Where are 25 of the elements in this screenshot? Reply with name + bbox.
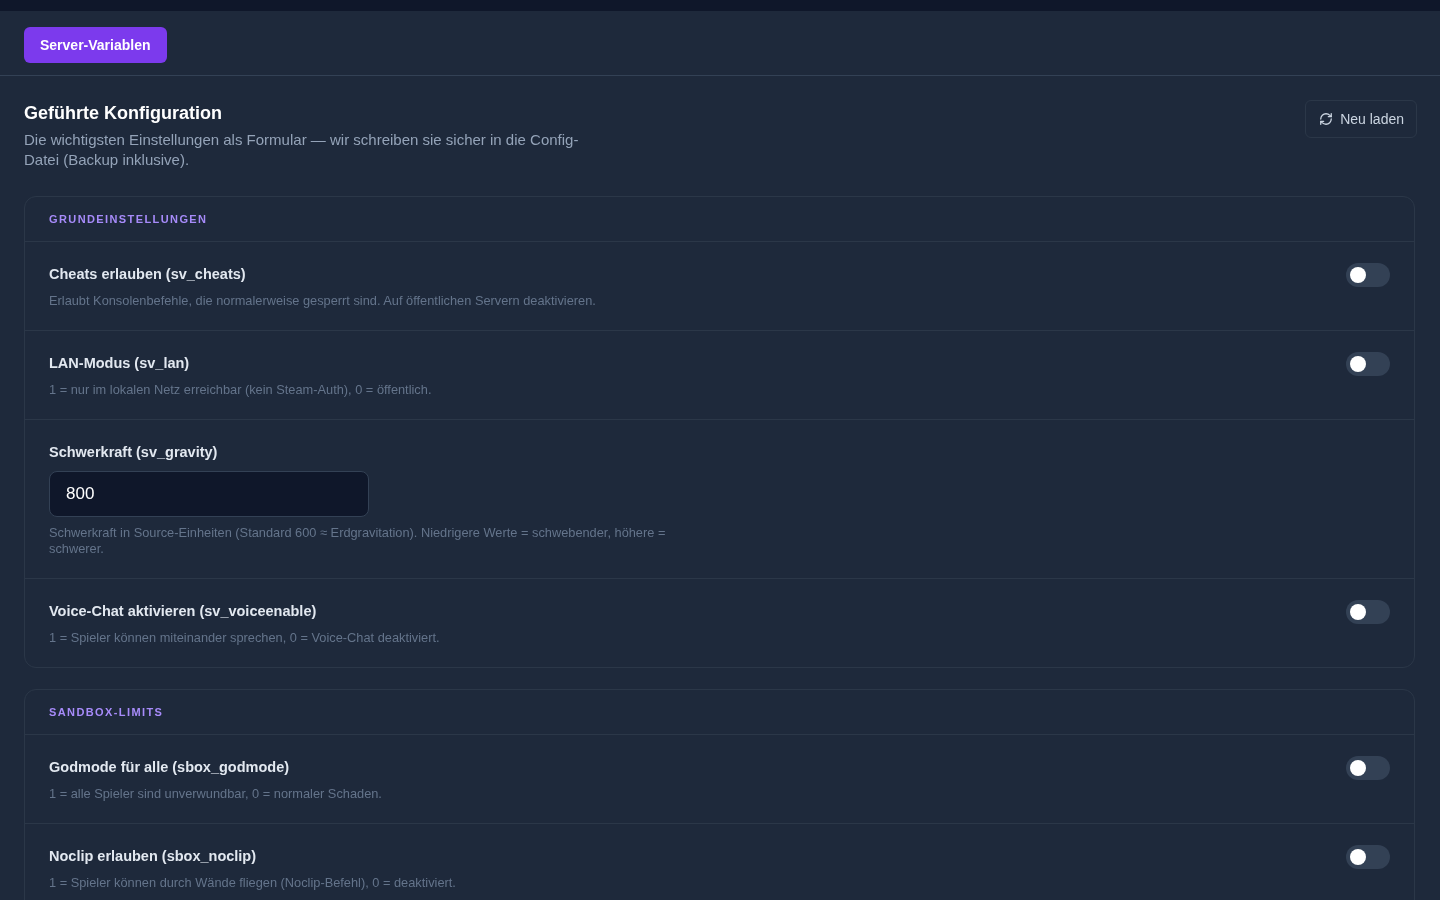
- tab[interactable]: Server-Variablen: [24, 27, 167, 63]
- toggle-switch[interactable]: [1346, 756, 1390, 780]
- setting-label: Schwerkraft (sv_gravity): [49, 443, 219, 461]
- setting-label: Cheats erlauben (sv_cheats): [49, 265, 247, 283]
- section-title: SANDBOX-LIMITS: [49, 706, 164, 718]
- setting-description: 1 = Spieler können durch Wände fliegen (Noclip-Befehl), 0 = deaktiviert.: [49, 875, 456, 891]
- toggle-switch[interactable]: [1346, 845, 1390, 869]
- toggle-switch[interactable]: [1346, 352, 1390, 376]
- setting-label: Noclip erlauben (sbox_noclip): [49, 847, 258, 865]
- input-field[interactable]: 800: [49, 471, 369, 517]
- setting-label: LAN-Modus (sv_lan): [49, 354, 191, 372]
- reload-button[interactable]: Neu laden: [1305, 100, 1417, 138]
- setting-description: 1 = nur im lokalen Netz erreichbar (kein Steam-Auth), 0 = öffentlich.: [49, 382, 432, 398]
- page-description: Die wichtigsten Einstellungen als Formular — wir schreiben sie sicher in die Config-Datei (Backup inklusive).: [24, 130, 580, 170]
- setting-description: Schwerkraft in Source-Einheiten (Standard 600 ≈ Erdgravitation). Niedrigere Werte = schwebender, höhere = schwerer.: [49, 525, 667, 557]
- setting-description: 1 = alle Spieler sind unverwundbar, 0 = normaler Schaden.: [49, 786, 382, 802]
- toggle-switch[interactable]: [1346, 263, 1390, 287]
- setting-description: 1 = Spieler können miteinander sprechen, 0 = Voice-Chat deaktiviert.: [49, 630, 440, 646]
- setting-description: Erlaubt Konsolenbefehle, die normalerweise gesperrt sind. Auf öffentlichen Servern deaktivieren.: [49, 293, 596, 309]
- toggle-switch[interactable]: [1346, 600, 1390, 624]
- setting-label: Voice-Chat aktivieren (sv_voiceenable): [49, 602, 318, 620]
- setting-label: Godmode für alle (sbox_godmode): [49, 758, 291, 776]
- refresh-icon: [1319, 112, 1334, 126]
- section-title: GRUNDEINSTELLUNGEN: [49, 213, 208, 225]
- page-title: Geführte Konfiguration: [24, 103, 223, 124]
